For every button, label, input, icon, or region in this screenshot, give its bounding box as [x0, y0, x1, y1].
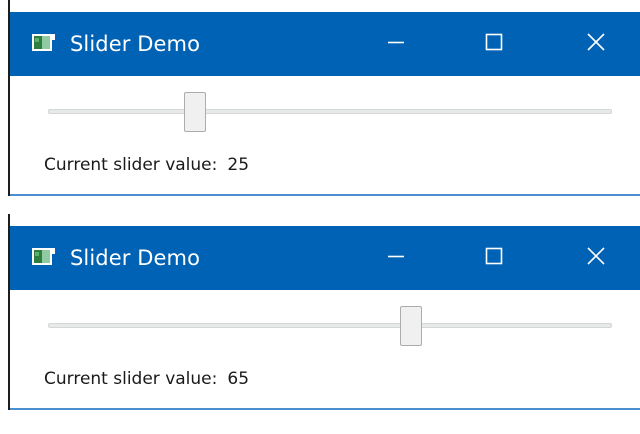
slider-value-label: Current slider value: [44, 369, 218, 389]
maximize-icon [485, 247, 503, 269]
window-title: Slider Demo [70, 32, 201, 56]
slider-value-label: Current slider value: [44, 155, 218, 175]
minimize-button[interactable] [366, 12, 426, 76]
maximize-icon [485, 33, 503, 55]
minimize-icon [387, 247, 405, 269]
window-title: Slider Demo [70, 246, 201, 270]
slider-track[interactable] [48, 323, 612, 328]
app-window-icon [32, 33, 56, 53]
window-bottom-border [10, 194, 640, 196]
value-slider[interactable] [48, 92, 612, 132]
slider-thumb[interactable] [183, 92, 206, 132]
value-slider[interactable] [48, 306, 612, 346]
slider-value-readout: Current slider value: 65 [44, 368, 249, 390]
slider-value-number: 65 [227, 369, 250, 389]
slider-value-number: 25 [227, 155, 250, 175]
slider-demo-window-2: Slider Demo Current slider value: 65 [8, 214, 640, 410]
minimize-button[interactable] [366, 226, 426, 290]
close-button[interactable] [566, 226, 626, 290]
title-bar[interactable]: Slider Demo [10, 226, 640, 290]
maximize-button[interactable] [464, 12, 524, 76]
slider-demo-window-1: Slider Demo Current slider value: 25 [8, 0, 640, 196]
slider-track[interactable] [48, 109, 612, 114]
window-bottom-border [10, 408, 640, 410]
slider-value-readout: Current slider value: 25 [44, 154, 249, 176]
title-bar[interactable]: Slider Demo [10, 12, 640, 76]
minimize-icon [387, 33, 405, 55]
close-button[interactable] [566, 12, 626, 76]
close-icon [587, 33, 605, 55]
slider-thumb[interactable] [400, 306, 423, 346]
maximize-button[interactable] [464, 226, 524, 290]
close-icon [587, 247, 605, 269]
app-window-icon [32, 247, 56, 267]
